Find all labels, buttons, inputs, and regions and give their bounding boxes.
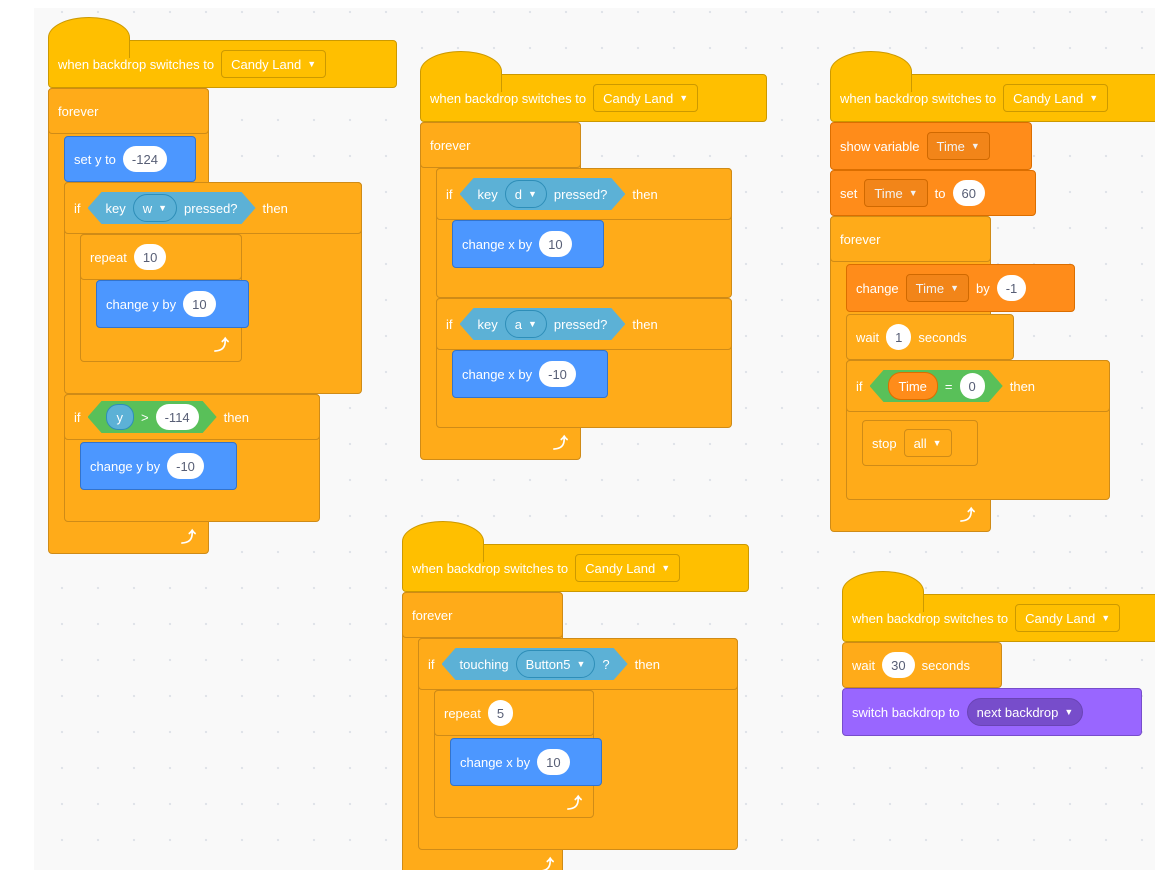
forever-header[interactable]: forever: [48, 88, 209, 134]
y-position-reporter[interactable]: y: [106, 404, 135, 430]
change-x-left-block[interactable]: change x by -10: [452, 350, 608, 398]
variable-dropdown[interactable]: Time ▼: [905, 274, 969, 302]
set-y-block[interactable]: set y to -124: [64, 136, 196, 182]
chevron-down-icon: ▼: [908, 188, 918, 198]
time-variable-reporter[interactable]: Time: [888, 372, 938, 400]
change-x-value[interactable]: 10: [539, 231, 572, 257]
backdrop-dropdown[interactable]: Candy Land ▼: [575, 554, 681, 582]
repeat-header: repeat 5: [434, 690, 594, 736]
chevron-down-icon: ▼: [1101, 613, 1111, 623]
change-x-value[interactable]: -10: [539, 361, 576, 387]
chevron-down-icon: ▼: [527, 189, 537, 199]
loop-arrow-icon: ⤴: [553, 435, 569, 452]
backdrop-choice-dropdown[interactable]: next backdrop ▼: [966, 698, 1084, 726]
key-pressed-sensor[interactable]: key d ▼ pressed?: [460, 178, 626, 210]
loop-arrow-icon: ⤴: [567, 795, 583, 812]
chevron-down-icon: ▼: [950, 283, 959, 293]
change-y-value[interactable]: -10: [167, 453, 204, 479]
touching-target-dropdown[interactable]: Button5 ▼: [516, 650, 596, 678]
loop-arrow-icon: ⤴: [960, 507, 976, 524]
when-backdrop-switches-hat[interactable]: when backdrop switches to Candy Land ▼: [420, 51, 767, 122]
change-y-up-block[interactable]: change y by 10: [96, 280, 249, 328]
change-y-down-block[interactable]: change y by -10: [80, 442, 237, 490]
show-variable-block[interactable]: show variable Time ▼: [830, 122, 1032, 170]
compare-value[interactable]: -114: [156, 404, 199, 430]
greater-than-operator[interactable]: y > -114: [88, 401, 217, 433]
key-dropdown[interactable]: w ▼: [133, 194, 177, 222]
key-pressed-sensor[interactable]: key w ▼ pressed?: [88, 192, 256, 224]
set-value[interactable]: 60: [952, 180, 985, 206]
key-pressed-sensor[interactable]: key a ▼ pressed?: [460, 308, 626, 340]
touching-sensor[interactable]: touching Button5 ▼ ?: [442, 648, 628, 680]
chevron-down-icon: ▼: [1064, 707, 1074, 717]
when-backdrop-switches-hat[interactable]: when backdrop switches to Candy Land ▼: [402, 521, 749, 592]
if-y-gt-header: if y > -114 then: [64, 394, 320, 440]
repeat-count[interactable]: 5: [487, 700, 514, 726]
set-y-value[interactable]: -124: [122, 146, 167, 172]
chevron-down-icon: ▼: [527, 319, 537, 329]
if-time-eq-header: if Time = 0 then: [846, 360, 1110, 412]
chevron-down-icon: ▼: [576, 659, 586, 669]
change-x-right-block[interactable]: change x by 10: [452, 220, 604, 268]
chevron-down-icon: ▼: [970, 141, 980, 151]
key-dropdown[interactable]: a ▼: [505, 310, 547, 338]
change-value[interactable]: -1: [996, 275, 1027, 301]
if-key-w-header: if key w ▼ pressed? then: [64, 182, 362, 234]
code-workspace[interactable]: forever when backdrop switches to Candy …: [34, 8, 1155, 870]
wait-value[interactable]: 1: [886, 324, 912, 350]
change-y-value[interactable]: 10: [183, 291, 216, 317]
change-variable-block[interactable]: change Time ▼ by -1: [846, 264, 1075, 312]
chevron-down-icon: ▼: [661, 563, 671, 573]
wait-block[interactable]: wait 30 seconds: [842, 642, 1002, 688]
when-backdrop-switches-hat[interactable]: when backdrop switches to Candy Land ▼: [842, 571, 1155, 642]
hat-label: when backdrop switches to: [58, 56, 215, 72]
backdrop-dropdown[interactable]: Candy Land ▼: [1015, 604, 1121, 632]
equals-operator[interactable]: Time = 0: [870, 370, 1003, 402]
stop-option-dropdown[interactable]: all ▼: [903, 429, 952, 457]
set-variable-block[interactable]: set Time ▼ to 60: [830, 170, 1036, 216]
loop-arrow-icon: ⤴: [181, 529, 197, 546]
if-touching-header: if touching Button5 ▼ ? then: [418, 638, 738, 690]
if-key-d-header: if key d ▼ pressed? then: [436, 168, 732, 220]
chevron-down-icon: ▼: [932, 438, 942, 448]
loop-arrow-icon: ⤴: [539, 857, 555, 870]
key-dropdown[interactable]: d ▼: [505, 180, 547, 208]
forever-header[interactable]: forever: [420, 122, 581, 168]
wait-value[interactable]: 30: [882, 652, 915, 678]
backdrop-dropdown[interactable]: Candy Land ▼: [593, 84, 699, 112]
compare-value[interactable]: 0: [960, 373, 985, 399]
if-key-a-header: if key a ▼ pressed? then: [436, 298, 732, 350]
forever-header[interactable]: forever: [402, 592, 563, 638]
backdrop-dropdown[interactable]: Candy Land ▼: [221, 50, 327, 78]
loop-arrow-icon: ⤴: [214, 337, 230, 354]
wait-block[interactable]: wait 1 seconds: [846, 314, 1014, 360]
change-x-block[interactable]: change x by 10: [450, 738, 602, 786]
switch-backdrop-block[interactable]: switch backdrop to next backdrop ▼: [842, 688, 1142, 736]
stop-block[interactable]: stop all ▼: [862, 420, 978, 466]
repeat-count[interactable]: 10: [133, 244, 167, 270]
chevron-down-icon: ▼: [307, 59, 317, 69]
backdrop-dropdown[interactable]: Candy Land ▼: [1003, 84, 1109, 112]
forever-header[interactable]: forever: [830, 216, 991, 262]
chevron-down-icon: ▼: [158, 203, 168, 213]
chevron-down-icon: ▼: [679, 93, 689, 103]
chevron-down-icon: ▼: [1089, 93, 1099, 103]
repeat-header: repeat 10: [80, 234, 242, 280]
when-backdrop-switches-hat[interactable]: when backdrop switches to Candy Land ▼: [48, 17, 397, 88]
when-backdrop-switches-hat[interactable]: when backdrop switches to Candy Land ▼: [830, 51, 1155, 122]
variable-dropdown[interactable]: Time ▼: [864, 179, 928, 207]
variable-dropdown[interactable]: Time ▼: [926, 132, 990, 160]
forever-label: forever: [58, 103, 99, 119]
change-x-value[interactable]: 10: [537, 749, 570, 775]
